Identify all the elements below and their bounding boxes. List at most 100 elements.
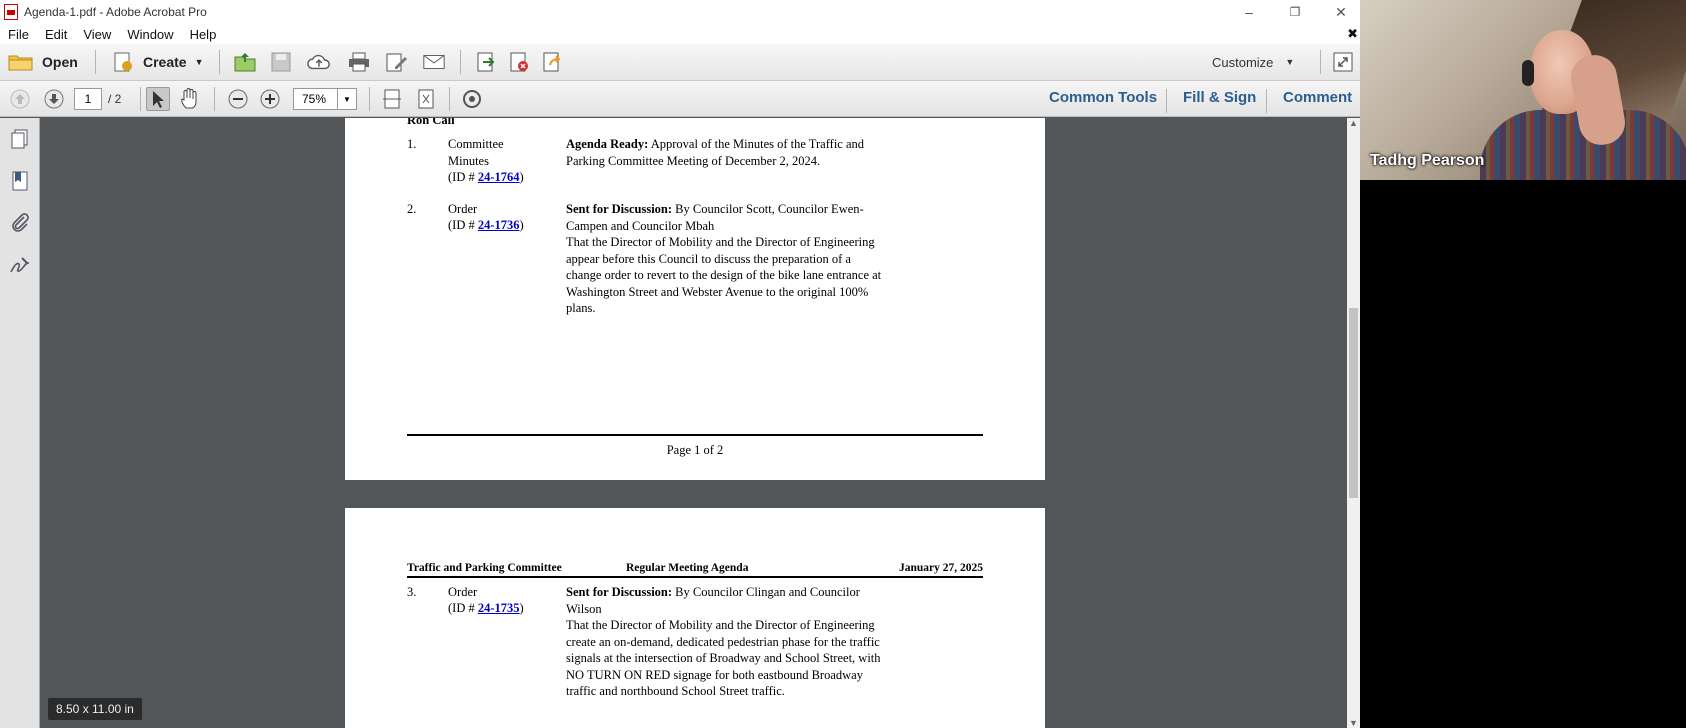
window-title: Agenda-1.pdf - Adobe Acrobat Pro	[24, 5, 207, 19]
acrobat-window: Agenda-1.pdf - Adobe Acrobat Pro – ❐ ✕ F…	[0, 0, 1360, 728]
create-button[interactable]: Create ▼	[112, 48, 204, 76]
item-body: That the Director of Mobility and the Di…	[566, 235, 882, 315]
folder-icon	[8, 55, 33, 71]
pdf-page-2: Traffic and Parking Committee Regular Me…	[345, 508, 1045, 728]
previous-page-icon[interactable]	[8, 87, 32, 111]
edit-icon[interactable]	[385, 50, 409, 74]
close-window-button[interactable]: ✕	[1318, 0, 1364, 24]
tab-comment[interactable]: Comment	[1283, 89, 1352, 106]
separator	[219, 50, 220, 74]
header-date: January 27, 2025	[898, 562, 983, 574]
attachments-icon[interactable]	[9, 212, 31, 234]
title-bar: Agenda-1.pdf - Adobe Acrobat Pro – ❐ ✕	[0, 0, 1360, 24]
zoom-in-icon[interactable]	[258, 87, 282, 111]
next-page-icon[interactable]	[42, 87, 66, 111]
read-mode-icon[interactable]	[460, 87, 484, 111]
page-footer: Page 1 of 2	[666, 443, 724, 457]
separator	[140, 87, 141, 111]
hand-tool-icon[interactable]	[178, 87, 202, 111]
separator	[214, 87, 215, 111]
tab-common-tools[interactable]: Common Tools	[1049, 89, 1157, 106]
email-icon[interactable]	[422, 50, 446, 74]
page-number-input[interactable]: 1	[74, 88, 102, 110]
scroll-down-icon[interactable]: ▼	[1349, 718, 1358, 728]
separator	[1266, 89, 1267, 113]
total-pages: / 2	[108, 92, 122, 106]
zoom-dropdown-button[interactable]: ▼	[337, 88, 357, 110]
chevron-down-icon: ▼	[1285, 57, 1295, 67]
menu-edit[interactable]: Edit	[37, 27, 75, 42]
navigation-pane	[0, 118, 40, 728]
vertical-scrollbar[interactable]: ▲ ▼	[1347, 118, 1360, 728]
footer-rule	[407, 434, 983, 436]
customize-button[interactable]: Customize ▼	[1212, 48, 1294, 76]
expand-icon[interactable]	[1331, 50, 1355, 74]
header-agenda-type: Regular Meeting Agenda	[626, 562, 749, 574]
chevron-down-icon: ▼	[194, 57, 204, 67]
item-id-link[interactable]: 24-1764	[478, 170, 520, 184]
zoom-out-icon[interactable]	[226, 87, 250, 111]
chevron-down-icon: ▼	[343, 94, 351, 104]
item-id: (ID # 24-1735)	[448, 601, 524, 615]
print-icon[interactable]	[347, 50, 371, 74]
item-status: Agenda Ready:	[566, 137, 649, 151]
scroll-up-icon[interactable]: ▲	[1349, 118, 1358, 128]
page-size-badge: 8.50 x 11.00 in	[48, 698, 142, 720]
item-type: Committee Minutes	[448, 137, 504, 168]
separator	[95, 50, 96, 74]
fit-width-icon[interactable]	[380, 87, 404, 111]
menu-file[interactable]: File	[0, 27, 37, 42]
open-folder-icon[interactable]	[233, 50, 257, 74]
item-id-link[interactable]: 24-1736	[478, 218, 520, 232]
tab-fill-sign[interactable]: Fill & Sign	[1183, 89, 1256, 106]
open-button[interactable]: Open	[8, 48, 78, 76]
close-document-icon[interactable]: ✖	[1347, 26, 1358, 42]
header-fragment: Ron Cali	[407, 118, 455, 127]
main-toolbar: Open Create ▼ Customize ▼	[0, 44, 1360, 81]
cloud-upload-icon[interactable]	[307, 50, 331, 74]
header-committee: Traffic and Parking Committee	[407, 562, 562, 574]
create-pdf-icon	[114, 52, 132, 72]
item-id-link[interactable]: 24-1735	[478, 601, 520, 615]
menu-bar: File Edit View Window Help ✖	[0, 24, 1360, 44]
restore-button[interactable]: ❐	[1272, 0, 1318, 24]
page-thumbnails-icon[interactable]	[9, 128, 31, 150]
item-number: 3.	[407, 585, 417, 599]
video-tile: Tadhg Pearson	[1360, 0, 1686, 180]
select-tool-icon[interactable]	[146, 87, 170, 111]
participant-name: Tadhg Pearson	[1370, 152, 1485, 169]
menu-view[interactable]: View	[75, 27, 119, 42]
item-description: Sent for Discussion: By Councilor Scott,…	[566, 201, 886, 317]
item-description: Sent for Discussion: By Councilor Clinga…	[566, 584, 886, 700]
bookmarks-icon[interactable]	[9, 170, 31, 192]
separator	[369, 87, 370, 111]
signatures-icon[interactable]	[9, 254, 31, 276]
menu-window[interactable]: Window	[119, 27, 181, 42]
fit-page-icon[interactable]	[414, 87, 438, 111]
item-description: Agenda Ready: Approval of the Minutes of…	[566, 136, 886, 169]
separator	[460, 50, 461, 74]
save-icon[interactable]	[269, 50, 293, 74]
item-id: (ID # 24-1764)	[448, 170, 524, 184]
item-body: That the Director of Mobility and the Di…	[566, 618, 881, 698]
item-type: Order	[448, 202, 478, 216]
item-type: Order	[448, 585, 478, 599]
document-viewer[interactable]: Ron Cali 1. Committee Minutes (ID # 24-1…	[41, 118, 1347, 728]
navigation-toolbar: 1 / 2 75% ▼ Common Tools Fill & Sign Com…	[0, 81, 1360, 117]
item-number: 1.	[407, 137, 417, 151]
delete-page-icon[interactable]	[507, 50, 531, 74]
item-id: (ID # 24-1736)	[448, 218, 524, 232]
export-icon[interactable]	[474, 50, 498, 74]
item-status: Sent for Discussion:	[566, 202, 673, 216]
menu-help[interactable]: Help	[182, 27, 225, 42]
item-number: 2.	[407, 202, 417, 216]
headset-icon	[1522, 60, 1534, 86]
separator	[1320, 50, 1321, 74]
minimize-button[interactable]: –	[1226, 0, 1272, 24]
pdf-page-1: Ron Cali 1. Committee Minutes (ID # 24-1…	[345, 118, 1045, 480]
page-header: Traffic and Parking Committee Regular Me…	[407, 560, 983, 578]
scrollbar-thumb[interactable]	[1349, 308, 1358, 498]
item-status: Sent for Discussion:	[566, 585, 673, 599]
separator	[1166, 89, 1167, 113]
share-icon[interactable]	[540, 50, 564, 74]
